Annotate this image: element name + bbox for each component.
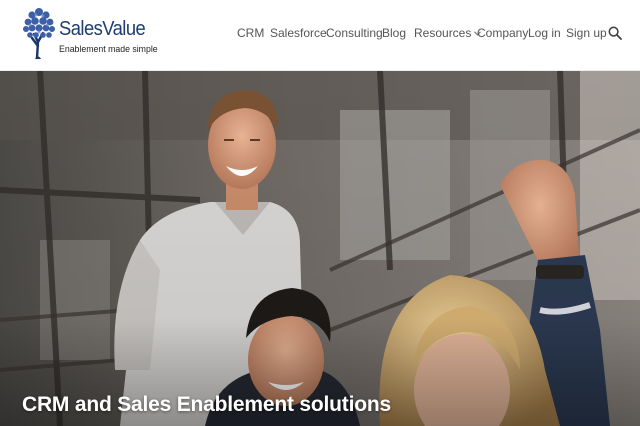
hero-photo-people-celebrating <box>0 70 640 426</box>
brand-name: SalesValue <box>59 18 146 40</box>
nav-item-crm[interactable]: CRM <box>237 26 264 40</box>
nav-item-blog[interactable]: Blog <box>382 26 406 40</box>
tree-logo-icon <box>23 8 55 60</box>
nav-item-login[interactable]: Log in <box>528 26 561 40</box>
hero-banner: CRM and Sales Enablement solutions <box>0 70 640 426</box>
nav-item-resources-label: Resources <box>414 26 472 40</box>
nav-item-resources[interactable]: Resources <box>414 26 482 40</box>
nav-item-consulting[interactable]: Consulting <box>326 26 383 40</box>
nav-item-company[interactable]: Company <box>477 26 528 40</box>
logo-link[interactable]: SalesValue Enablement made simple <box>22 4 158 64</box>
site-header: SalesValue Enablement made simple CRM Sa… <box>0 0 640 71</box>
hero-headline: CRM and Sales Enablement solutions <box>22 393 391 417</box>
nav-item-signup[interactable]: Sign up <box>566 26 607 40</box>
search-icon[interactable] <box>608 26 622 40</box>
nav-item-salesforce[interactable]: Salesforce <box>270 26 327 40</box>
brand-tagline: Enablement made simple <box>59 44 158 55</box>
